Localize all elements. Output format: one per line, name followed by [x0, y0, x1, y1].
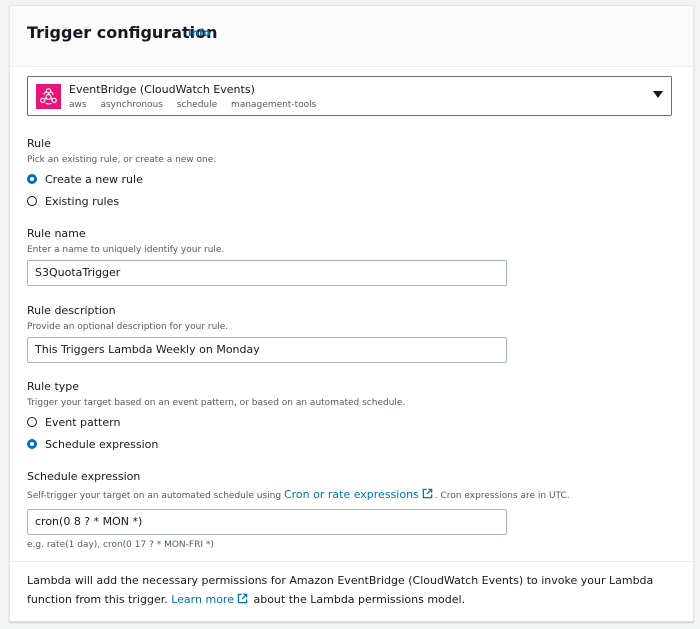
info-link[interactable]: Info — [188, 28, 210, 39]
radio-existing-rules[interactable]: Existing rules — [27, 193, 119, 209]
learn-more-link[interactable]: Learn more — [171, 593, 234, 606]
divider — [10, 561, 693, 562]
radio-event-pattern[interactable]: Event pattern — [27, 414, 120, 430]
schedule-expression-description: Self-trigger your target on an automated… — [27, 488, 570, 501]
rule-description-input[interactable]: This Triggers Lambda Weekly on Monday — [27, 337, 507, 363]
rule-name-description: Enter a name to uniquely identify your r… — [27, 245, 225, 255]
schedule-expression-hint: e.g. rate(1 day), cron(0 17 ? * MON-FRI … — [27, 540, 214, 550]
rule-name-input[interactable]: S3QuotaTrigger — [27, 260, 507, 286]
description-text: Self-trigger your target on an automated… — [27, 491, 284, 501]
rule-description-hint: Provide an optional description for your… — [27, 322, 229, 332]
radio-button[interactable] — [27, 174, 37, 184]
rule-label: Rule — [27, 137, 51, 150]
description-text: . Cron expressions are in UTC. — [434, 491, 570, 501]
radio-create-new-rule[interactable]: Create a new rule — [27, 171, 143, 187]
rule-type-label: Rule type — [27, 380, 80, 393]
eventbridge-icon — [36, 84, 61, 109]
tag: asynchronous — [100, 100, 163, 110]
trigger-source-name: EventBridge (CloudWatch Events) — [69, 83, 255, 96]
note-text: about the Lambda permissions model. — [249, 593, 466, 606]
panel-header: Trigger configuration Info — [10, 6, 693, 67]
rule-description-text: Pick an existing rule, or create a new o… — [27, 155, 217, 165]
radio-button[interactable] — [27, 439, 37, 449]
external-link-icon — [237, 593, 248, 604]
radio-button[interactable] — [27, 196, 37, 206]
trigger-configuration-panel: Trigger configuration Info EventBridge (… — [9, 5, 694, 622]
tag: management-tools — [231, 100, 317, 110]
trigger-source-select[interactable]: EventBridge (CloudWatch Events) aws asyn… — [27, 76, 672, 116]
cron-rate-expressions-link[interactable]: Cron or rate expressions — [284, 488, 419, 501]
trigger-source-tags: aws asynchronous schedule management-too… — [69, 100, 327, 110]
radio-label: Event pattern — [45, 415, 121, 429]
external-link-icon — [422, 488, 433, 499]
rule-description-label: Rule description — [27, 304, 116, 317]
radio-schedule-expression[interactable]: Schedule expression — [27, 436, 158, 452]
radio-label: Schedule expression — [45, 437, 159, 451]
permissions-note: Lambda will add the necessary permission… — [27, 571, 667, 609]
rule-name-label: Rule name — [27, 227, 86, 240]
caret-down-icon — [653, 91, 663, 98]
radio-label: Create a new rule — [45, 172, 143, 186]
tag: schedule — [176, 100, 218, 110]
rule-type-description: Trigger your target based on an event pa… — [27, 398, 406, 408]
radio-label: Existing rules — [45, 194, 120, 208]
schedule-expression-label: Schedule expression — [27, 470, 141, 483]
tag: aws — [69, 100, 87, 110]
schedule-expression-input[interactable]: cron(0 8 ? * MON *) — [27, 509, 507, 535]
radio-button[interactable] — [27, 417, 37, 427]
